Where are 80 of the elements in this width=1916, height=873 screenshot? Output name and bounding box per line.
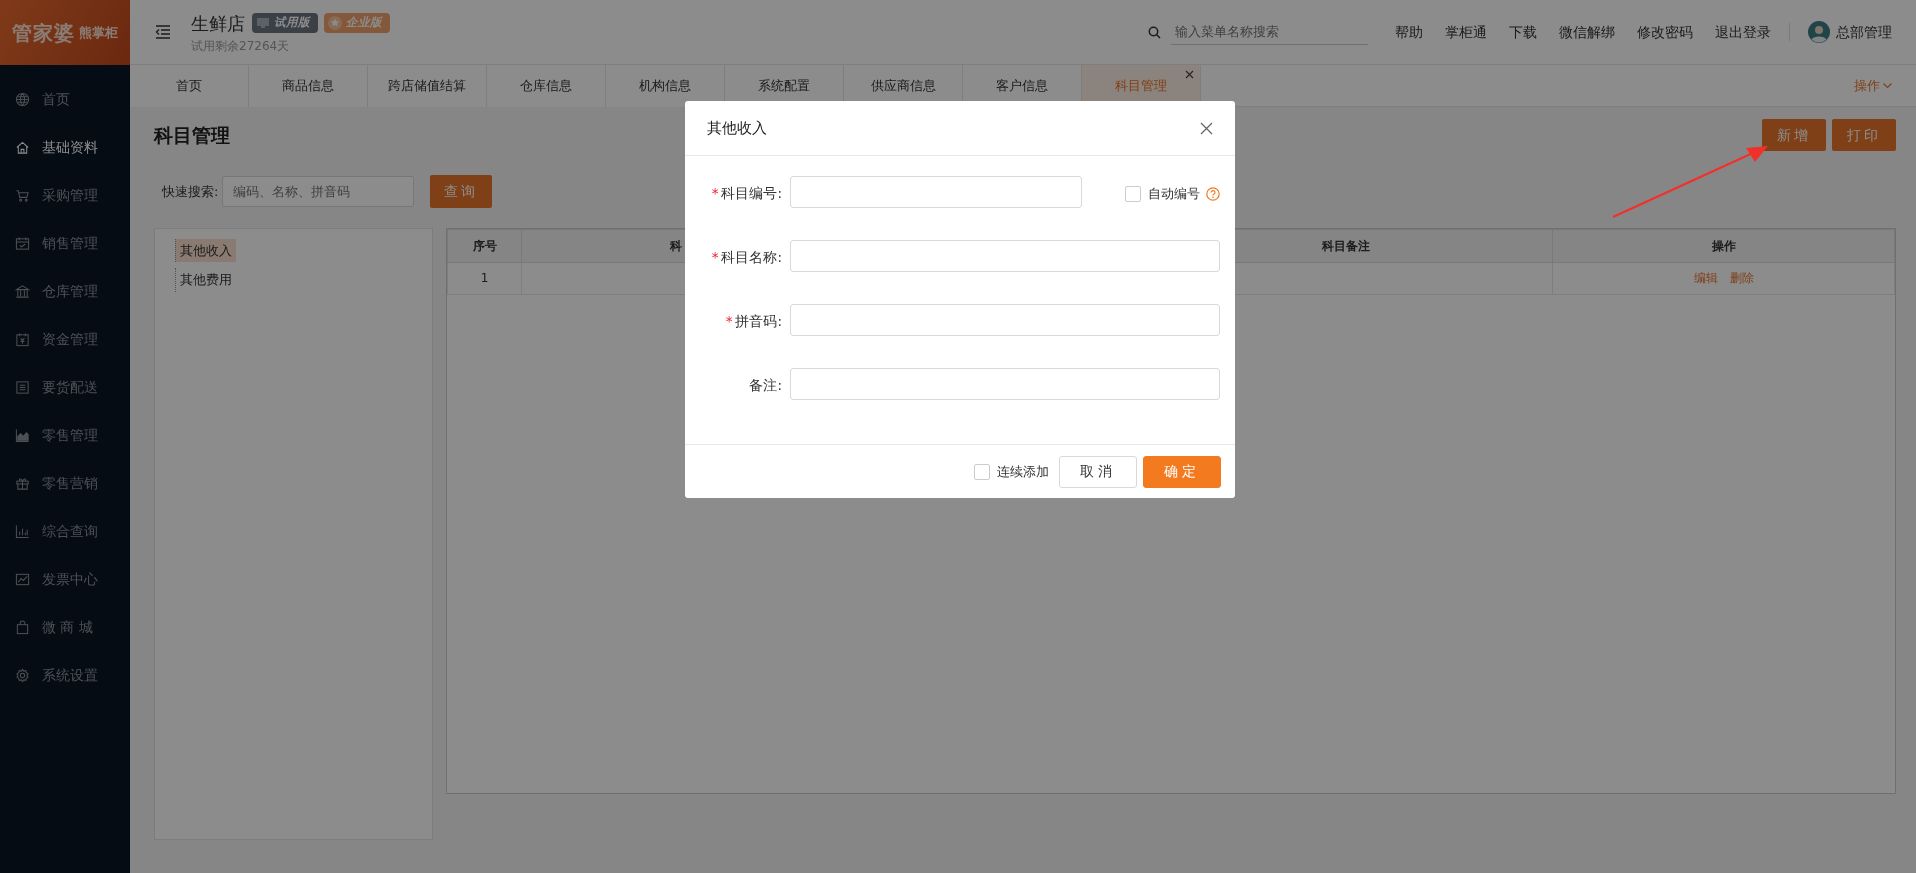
row-action-link[interactable]: 删除	[1729, 271, 1754, 285]
sidebar-item[interactable]: 要货配送	[0, 363, 130, 412]
quick-search-field[interactable]: 编码、名称、拼音码	[221, 175, 414, 207]
list-icon	[15, 380, 30, 395]
header-link[interactable]: 微信解绑	[1558, 21, 1615, 43]
confirm-button[interactable]: 确定	[1143, 455, 1221, 488]
page-tab[interactable]: 机构信息	[606, 65, 725, 107]
toolbar-button[interactable]: 新增	[1761, 119, 1826, 152]
actions-dropdown[interactable]: 操作	[1853, 65, 1892, 106]
star-icon	[328, 16, 342, 30]
edition-badge: 试用版	[251, 13, 318, 33]
sidebar-item[interactable]: 零售营销	[0, 459, 130, 508]
sidebar-item[interactable]: 综合查询	[0, 507, 130, 556]
row-action-link[interactable]: 编辑	[1693, 271, 1718, 285]
toolbar-button[interactable]: 打印	[1832, 119, 1896, 152]
sidebar-item[interactable]: 微 商 城	[0, 603, 130, 652]
monitor-icon	[255, 17, 270, 29]
header-link[interactable]: 帮助	[1394, 21, 1423, 43]
bag-icon	[15, 620, 30, 635]
user-name[interactable]: 总部管理	[1836, 21, 1892, 43]
settings-icon	[15, 668, 30, 683]
store-name: 生鲜店	[191, 11, 245, 36]
table-cell: 1	[447, 262, 522, 294]
avatar-icon[interactable]	[1807, 21, 1830, 43]
menu-icon[interactable]	[155, 25, 171, 39]
checkbox-label: 连续添加	[996, 462, 1049, 481]
tree-item[interactable]: 其他收入	[175, 238, 236, 262]
tree-item[interactable]: 其他费用	[175, 268, 236, 292]
help-icon[interactable]	[1206, 186, 1220, 201]
globe-icon	[15, 92, 30, 107]
quick-search-label: 快速搜索:	[162, 182, 219, 201]
sidebar-item[interactable]: 采购管理	[0, 171, 130, 220]
sidebar-item[interactable]: 发票中心	[0, 555, 130, 604]
checkbox[interactable]	[974, 463, 991, 480]
dialog-title: 其他收入	[707, 117, 767, 139]
gift-icon	[15, 476, 30, 491]
sidebar-item[interactable]: 首页	[0, 75, 130, 124]
page-tab[interactable]: 商品信息	[249, 65, 368, 107]
money-icon	[15, 332, 30, 347]
header-link[interactable]: 掌柜通	[1444, 21, 1487, 43]
field-label: 备注:	[748, 376, 783, 395]
sidebar-item[interactable]: 资金管理	[0, 315, 130, 364]
edition-badge: 企业版	[324, 13, 390, 33]
text-field[interactable]	[790, 240, 1220, 272]
caret-icon	[1883, 82, 1892, 89]
home-icon	[15, 140, 30, 155]
column-header: 操作	[1552, 229, 1895, 262]
text-field[interactable]	[790, 304, 1220, 336]
checkbox[interactable]	[1125, 185, 1141, 202]
cart-icon	[15, 188, 30, 203]
sidebar-item[interactable]: 仓库管理	[0, 267, 130, 316]
text-field[interactable]	[790, 176, 1082, 208]
header-link[interactable]: 下载	[1508, 21, 1537, 43]
logo-text: 管家婆	[12, 19, 76, 47]
field-label: * 科目编号:	[710, 184, 783, 203]
sidebar-item[interactable]: 销售管理	[0, 219, 130, 268]
sidebar-item[interactable]: 系统设置	[0, 651, 130, 700]
calendar-icon	[15, 236, 30, 251]
bar-chart-icon	[15, 524, 30, 539]
bank-icon	[15, 284, 30, 299]
page-tab[interactable]: 首页	[130, 65, 249, 107]
checkbox-label: 自动编号	[1147, 185, 1200, 203]
header-link[interactable]: 修改密码	[1636, 21, 1693, 43]
logo-text: 熊掌柜	[78, 23, 118, 42]
field-label: * 拼音码:	[724, 312, 783, 331]
column-header: 序号	[447, 229, 522, 262]
area-chart-icon	[15, 428, 30, 443]
sidebar-item[interactable]: 基础资料	[0, 123, 130, 172]
sidebar-item[interactable]: 零售管理	[0, 411, 130, 460]
cancel-button[interactable]: 取消	[1058, 455, 1137, 488]
page-tab[interactable]: 仓库信息	[487, 65, 606, 107]
close-icon[interactable]	[1185, 70, 1194, 79]
search-icon	[1147, 25, 1161, 39]
close-icon[interactable]	[1200, 121, 1213, 135]
text-field[interactable]	[790, 368, 1220, 400]
page-tab[interactable]: 跨店储值结算	[368, 65, 487, 107]
header-link[interactable]: 退出登录	[1714, 21, 1771, 43]
page-title: 科目管理	[154, 122, 230, 148]
query-button[interactable]: 查询	[429, 175, 492, 208]
line-chart-icon	[15, 572, 30, 587]
